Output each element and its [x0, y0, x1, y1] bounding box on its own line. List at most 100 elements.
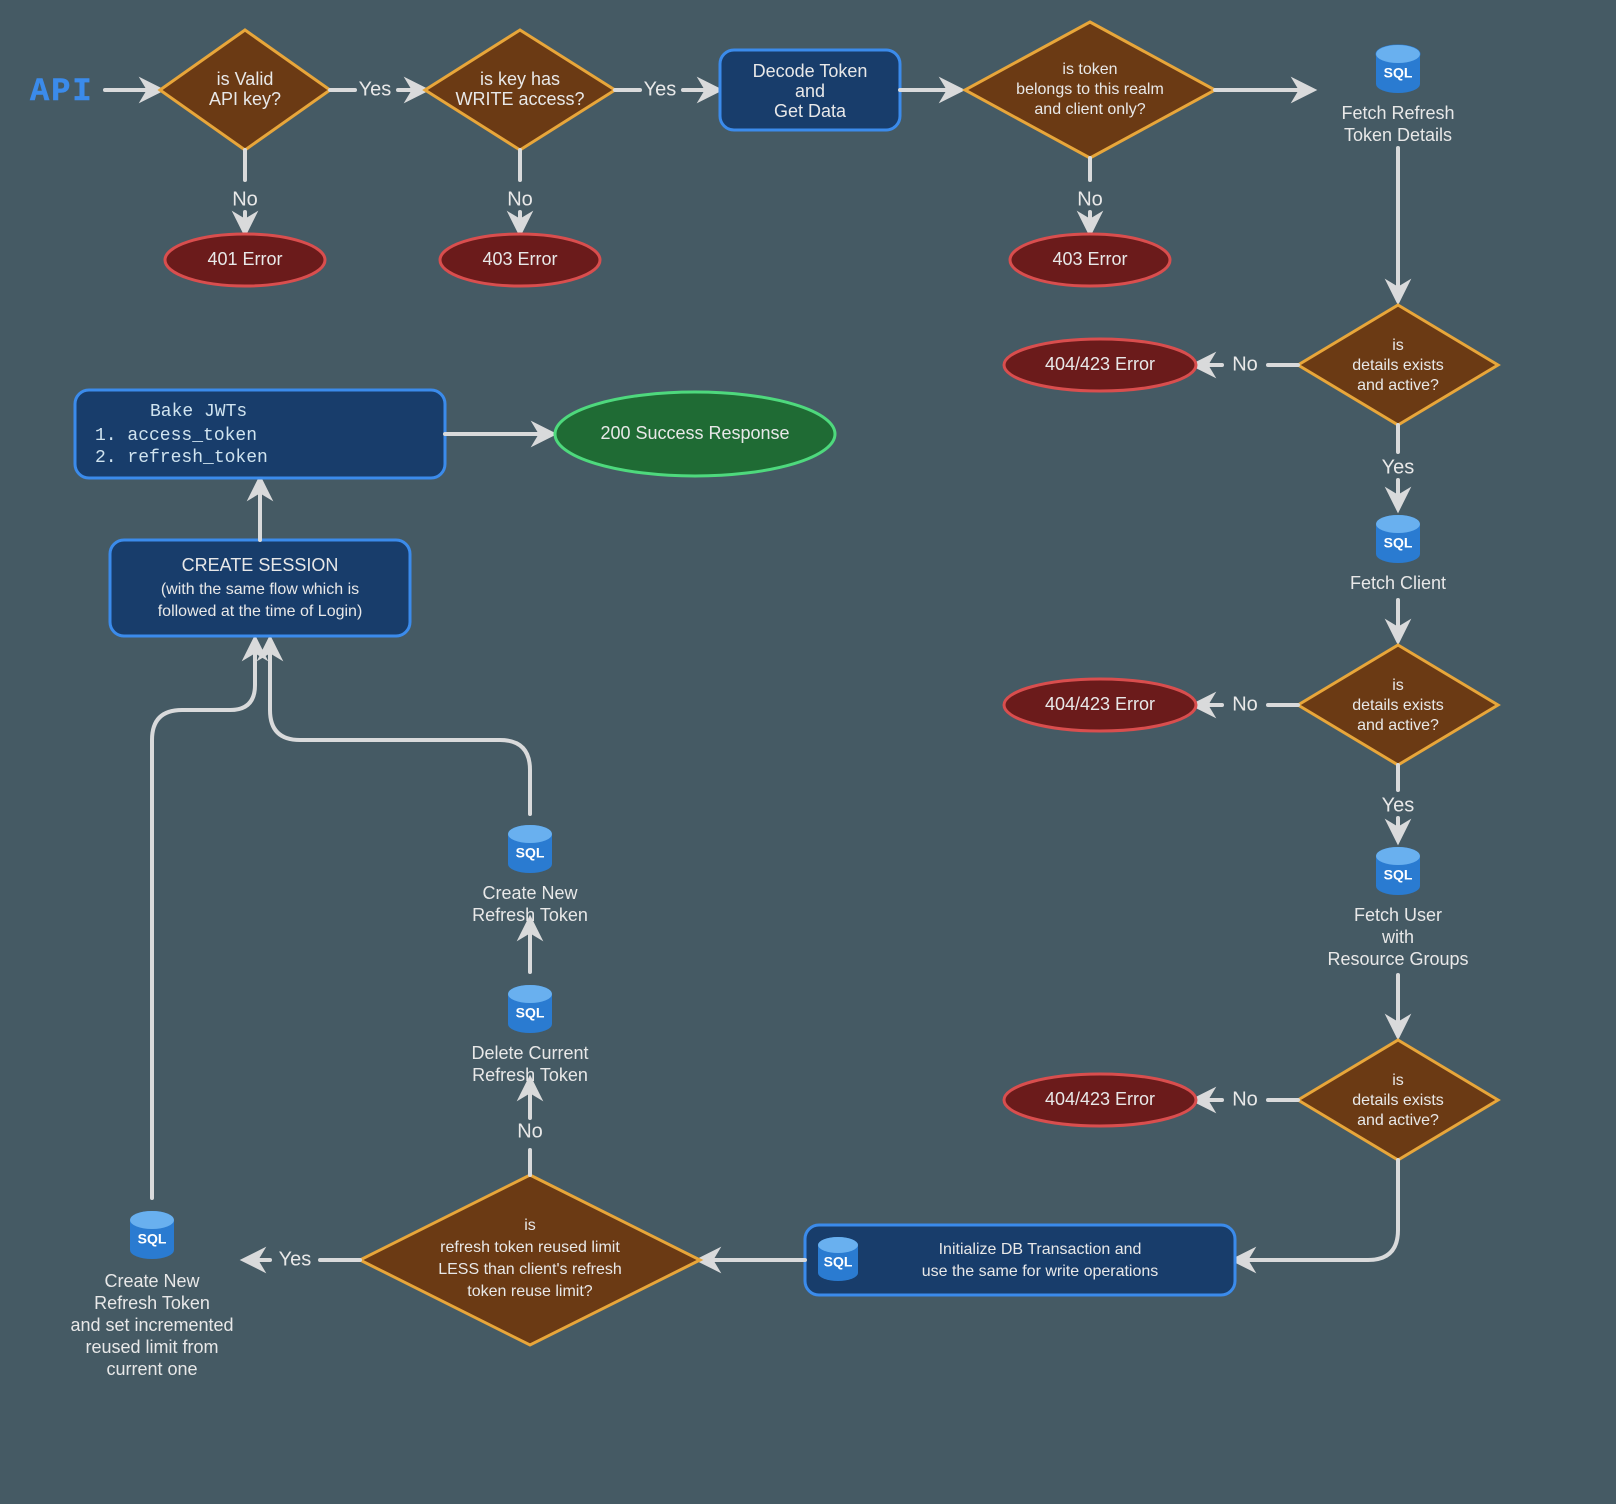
svg-text:LESS than client's refresh: LESS than client's refresh: [438, 1261, 622, 1278]
error-404-423-a: 404/423 Error: [1004, 339, 1196, 391]
db-create-refresh-token-incremented: SQL Create New Refresh Token and set inc…: [70, 1211, 233, 1379]
svg-text:CREATE SESSION: CREATE SESSION: [182, 555, 339, 575]
svg-text:404/423 Error: 404/423 Error: [1045, 694, 1155, 714]
svg-text:details exists: details exists: [1352, 357, 1444, 374]
svg-text:reused limit from: reused limit from: [85, 1337, 218, 1357]
flowchart: API is Valid API key? Yes is key has WRI…: [0, 0, 1616, 1504]
svg-text:is: is: [1392, 337, 1404, 354]
edge-label-no: No: [507, 188, 533, 210]
decision-token-realm-client: is token belongs to this realm and clien…: [965, 22, 1215, 158]
db-create-new-refresh-token: SQL Create New Refresh Token: [472, 825, 588, 925]
svg-text:Create New: Create New: [104, 1271, 200, 1291]
svg-text:SQL: SQL: [1384, 65, 1413, 81]
database-icon: SQL: [1376, 515, 1420, 563]
edge-label-no: No: [1232, 693, 1258, 715]
decision-details-active-3: is details exists and active?: [1298, 1040, 1498, 1160]
svg-text:2. refresh_token: 2. refresh_token: [95, 448, 268, 468]
database-icon: SQL: [508, 985, 552, 1033]
edge: [152, 640, 255, 1198]
error-401: 401 Error: [165, 234, 325, 286]
svg-text:details exists: details exists: [1352, 1092, 1444, 1109]
svg-text:is: is: [1392, 1072, 1404, 1089]
svg-text:404/423 Error: 404/423 Error: [1045, 354, 1155, 374]
error-403-b: 403 Error: [1010, 234, 1170, 286]
svg-text:is key has: is key has: [480, 69, 560, 89]
svg-text:SQL: SQL: [1384, 535, 1413, 551]
edge-label-yes: Yes: [359, 78, 392, 100]
svg-text:token reuse limit?: token reuse limit?: [467, 1283, 592, 1300]
svg-text:Initialize DB Transaction and: Initialize DB Transaction and: [939, 1241, 1142, 1258]
svg-text:Refresh Token: Refresh Token: [472, 1065, 588, 1085]
db-delete-current-refresh-token: SQL Delete Current Refresh Token: [471, 985, 588, 1085]
svg-text:Create New: Create New: [482, 883, 578, 903]
svg-text:401 Error: 401 Error: [207, 249, 282, 269]
process-decode-token: Decode Token and Get Data: [720, 50, 900, 130]
svg-text:details exists: details exists: [1352, 697, 1444, 714]
database-icon: SQL: [1376, 45, 1420, 93]
svg-text:with: with: [1381, 927, 1414, 947]
svg-text:Refresh Token: Refresh Token: [472, 905, 588, 925]
edge-label-yes: Yes: [1382, 456, 1415, 478]
error-403-a: 403 Error: [440, 234, 600, 286]
svg-text:403 Error: 403 Error: [1052, 249, 1127, 269]
svg-text:Fetch Refresh: Fetch Refresh: [1341, 103, 1454, 123]
success-200: 200 Success Response: [555, 392, 835, 476]
svg-text:404/423 Error: 404/423 Error: [1045, 1089, 1155, 1109]
db-fetch-refresh-token: SQL Fetch Refresh Token Details: [1341, 45, 1454, 145]
decision-write-access: is key has WRITE access?: [425, 30, 615, 150]
svg-text:refresh token reused limit: refresh token reused limit: [440, 1239, 620, 1256]
edge-label-no: No: [1232, 353, 1258, 375]
svg-text:1. access_token: 1. access_token: [95, 426, 257, 446]
edge-label-no: No: [1077, 188, 1103, 210]
svg-text:SQL: SQL: [516, 1005, 545, 1021]
svg-text:SQL: SQL: [516, 845, 545, 861]
svg-text:SQL: SQL: [824, 1254, 853, 1270]
svg-text:Get Data: Get Data: [774, 101, 847, 121]
svg-text:API key?: API key?: [209, 89, 281, 109]
svg-text:and active?: and active?: [1357, 377, 1439, 394]
start-api: API: [30, 73, 94, 110]
decision-valid-api-key: is Valid API key?: [160, 30, 330, 150]
svg-text:Bake JWTs: Bake JWTs: [150, 402, 247, 422]
svg-text:Decode Token: Decode Token: [753, 61, 868, 81]
svg-text:Token Details: Token Details: [1344, 125, 1452, 145]
edge-label-yes: Yes: [644, 78, 677, 100]
decision-details-active-1: is details exists and active?: [1298, 305, 1498, 425]
process-bake-jwts: Bake JWTs 1. access_token 2. refresh_tok…: [75, 390, 445, 478]
error-404-423-c: 404/423 Error: [1004, 1074, 1196, 1126]
database-icon: SQL: [818, 1237, 858, 1281]
database-icon: SQL: [1376, 847, 1420, 895]
svg-text:200 Success Response: 200 Success Response: [600, 423, 789, 443]
svg-text:and: and: [795, 81, 825, 101]
svg-text:and active?: and active?: [1357, 717, 1439, 734]
edge-label-no: No: [232, 188, 258, 210]
edge: [270, 640, 530, 814]
svg-text:current one: current one: [106, 1359, 197, 1379]
svg-text:Delete Current: Delete Current: [471, 1043, 588, 1063]
edge: [1235, 1160, 1398, 1260]
database-icon: SQL: [508, 825, 552, 873]
svg-text:and active?: and active?: [1357, 1112, 1439, 1129]
svg-text:(with the same flow which is: (with the same flow which is: [161, 581, 359, 598]
svg-text:is token: is token: [1062, 61, 1117, 78]
svg-text:and client only?: and client only?: [1034, 101, 1145, 118]
svg-text:403 Error: 403 Error: [482, 249, 557, 269]
decision-details-active-2: is details exists and active?: [1298, 645, 1498, 765]
svg-text:is Valid: is Valid: [217, 69, 274, 89]
edge-label-yes: Yes: [1382, 794, 1415, 816]
svg-text:followed at the time of Login): followed at the time of Login): [158, 603, 363, 620]
edge-label-no: No: [517, 1120, 543, 1142]
svg-text:SQL: SQL: [1384, 867, 1413, 883]
svg-text:SQL: SQL: [138, 1231, 167, 1247]
decision-reuse-limit: is refresh token reused limit LESS than …: [360, 1175, 700, 1345]
svg-text:use the same for write operati: use the same for write operations: [922, 1263, 1159, 1280]
svg-text:and set incremented: and set incremented: [70, 1315, 233, 1335]
db-fetch-user: SQL Fetch User with Resource Groups: [1327, 847, 1468, 969]
error-404-423-b: 404/423 Error: [1004, 679, 1196, 731]
db-fetch-client: SQL Fetch Client: [1350, 515, 1446, 593]
edge-label-yes: Yes: [279, 1248, 312, 1270]
process-init-db-transaction: SQL Initialize DB Transaction and use th…: [805, 1225, 1235, 1295]
svg-text:Resource Groups: Resource Groups: [1327, 949, 1468, 969]
process-create-session: CREATE SESSION (with the same flow which…: [110, 540, 410, 636]
svg-text:WRITE access?: WRITE access?: [455, 89, 584, 109]
